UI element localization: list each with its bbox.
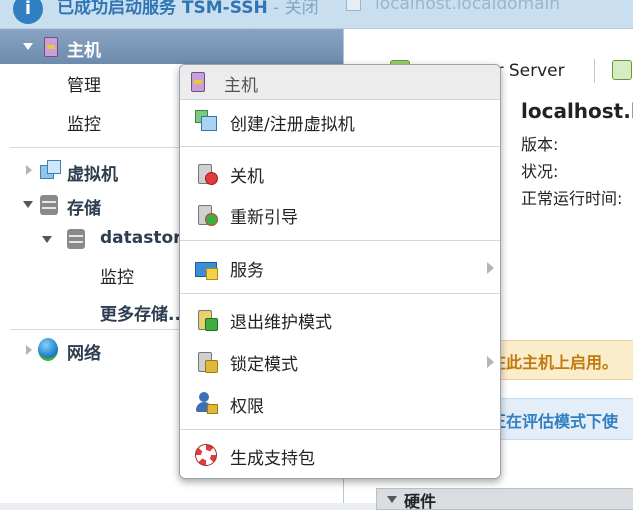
menu-item-shutdown[interactable]: 关机	[180, 153, 500, 193]
menu-item-lockdown[interactable]: 锁定模式	[180, 341, 500, 381]
support-bundle-icon	[195, 444, 217, 466]
host-tab-title: localhost.localdomain	[346, 0, 560, 14]
virtual-machine-icon	[40, 160, 61, 179]
host-name: localhost.lo	[521, 99, 633, 123]
shutdown-icon	[195, 162, 218, 185]
nav-item-host[interactable]: 主机	[0, 29, 343, 64]
notification-text: 已成功启动服务 TSM-SSH	[57, 0, 268, 18]
expand-arrow-icon[interactable]	[23, 43, 33, 50]
exit-maintenance-icon	[195, 308, 218, 331]
host-context-menu: 主机 创建/注册虚拟机 关机 重新引导 服务 退出维护模式 锁定模式 权限 生成…	[179, 64, 501, 479]
collapse-arrow-icon[interactable]	[26, 165, 32, 175]
host-icon	[191, 72, 205, 92]
menu-item-create-vm[interactable]: 创建/注册虚拟机	[180, 101, 500, 141]
notification-message: 已成功启动服务 TSM-SSH - 关闭	[57, 0, 319, 18]
lockdown-icon	[195, 350, 218, 373]
menu-item-label: 锁定模式	[230, 355, 298, 375]
notification-close-link[interactable]: - 关闭	[268, 0, 319, 18]
nav-item-network[interactable]: 网络	[67, 339, 101, 364]
storage-icon	[40, 195, 58, 215]
host-tab-label: localhost.localdomain	[375, 0, 560, 14]
host-icon	[44, 37, 58, 57]
menu-divider	[180, 146, 500, 147]
nav-item-more-storage[interactable]: 更多存储...	[100, 300, 187, 325]
expand-arrow-icon[interactable]	[387, 496, 397, 503]
nav-item-storage[interactable]: 存储	[67, 194, 101, 219]
network-globe-icon	[38, 338, 58, 361]
menu-divider	[180, 293, 500, 294]
context-menu-header: 主机	[180, 65, 500, 100]
menu-item-exit-maintenance[interactable]: 退出维护模式	[180, 299, 500, 339]
collapse-arrow-icon[interactable]	[26, 345, 32, 355]
menu-item-label: 关机	[230, 167, 264, 187]
warning-text: 在此主机上启用。	[490, 353, 619, 372]
toolbar-divider	[594, 59, 595, 83]
field-uptime: 正常运行时间:	[521, 189, 623, 208]
nav-host-label: 主机	[67, 41, 101, 61]
create-vm-icon	[195, 110, 217, 132]
services-icon	[195, 256, 218, 280]
reboot-icon	[195, 203, 218, 226]
context-menu-title: 主机	[224, 76, 258, 96]
field-state: 状况:	[521, 162, 559, 181]
menu-item-services[interactable]: 服务	[180, 247, 500, 287]
menu-item-label: 权限	[230, 397, 264, 417]
menu-item-permissions[interactable]: 权限	[180, 383, 500, 423]
datastore-icon	[67, 229, 85, 249]
field-version: 版本:	[521, 135, 559, 154]
submenu-arrow-icon	[487, 356, 494, 368]
nav-item-monitor[interactable]: 监控	[67, 110, 101, 135]
menu-item-label: 创建/注册虚拟机	[230, 115, 355, 135]
menu-item-reboot[interactable]: 重新引导	[180, 194, 500, 234]
menu-divider	[180, 429, 500, 430]
menu-item-label: 生成支持包	[230, 449, 315, 469]
menu-item-label: 服务	[230, 261, 264, 281]
evaluation-text: 正在评估模式下使	[490, 412, 619, 431]
hardware-section-header[interactable]: 硬件	[376, 488, 633, 510]
hardware-label: 硬件	[404, 492, 437, 510]
document-icon	[346, 0, 361, 11]
info-icon: i	[13, 0, 43, 24]
menu-item-support-bundle[interactable]: 生成支持包	[180, 435, 500, 475]
menu-divider	[180, 240, 500, 241]
submenu-arrow-icon	[487, 262, 494, 274]
nav-item-manage[interactable]: 管理	[67, 71, 101, 96]
expand-arrow-icon[interactable]	[42, 236, 52, 243]
expand-arrow-icon[interactable]	[23, 201, 33, 208]
menu-item-label: 退出维护模式	[230, 313, 332, 333]
permissions-icon	[195, 392, 218, 414]
add-icon[interactable]	[612, 60, 632, 80]
nav-item-vms[interactable]: 虚拟机	[67, 160, 118, 185]
notification-bar: i 已成功启动服务 TSM-SSH - 关闭 localhost.localdo…	[0, 0, 633, 29]
menu-item-label: 重新引导	[230, 208, 298, 228]
nav-item-datastore-monitor[interactable]: 监控	[100, 263, 134, 288]
